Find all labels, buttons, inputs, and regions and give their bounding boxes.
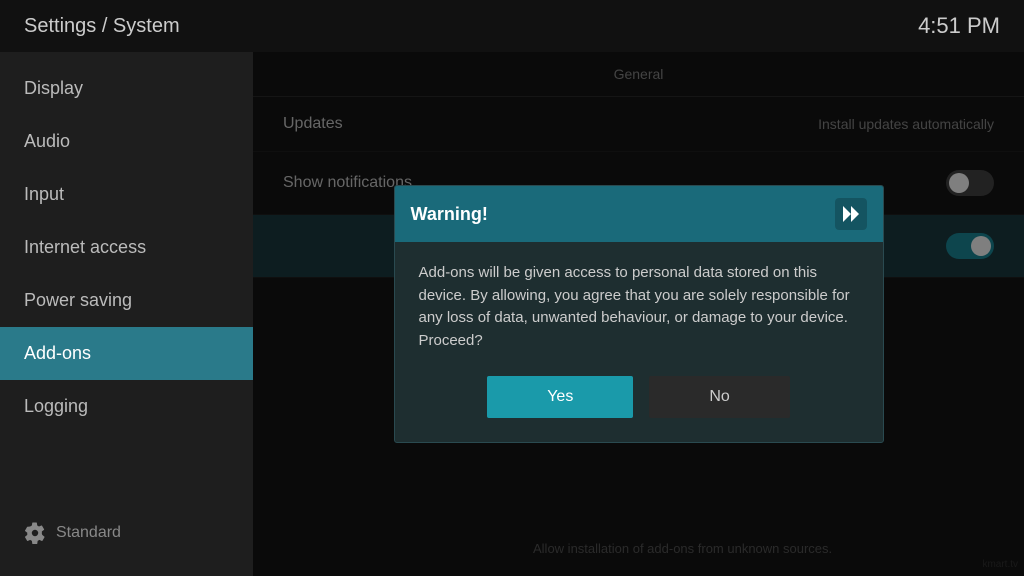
page-title: Settings / System	[24, 15, 180, 38]
sidebar-item-logging[interactable]: Logging	[0, 380, 253, 433]
sidebar-item-audio[interactable]: Audio	[0, 115, 253, 168]
sidebar-item-input[interactable]: Input	[0, 168, 253, 221]
kodi-icon	[835, 198, 867, 230]
no-button[interactable]: No	[649, 376, 789, 418]
sidebar-item-internet-access[interactable]: Internet access	[0, 221, 253, 274]
dialog-body: Add-ons will be given access to personal…	[395, 242, 883, 376]
warning-dialog: Warning! Add-ons will be given access to…	[394, 185, 884, 443]
kodi-logo	[835, 198, 867, 230]
gear-icon	[24, 522, 46, 544]
header: Settings / System 4:51 PM	[0, 0, 1024, 52]
sidebar-bottom-item[interactable]: Standard	[0, 510, 253, 556]
sidebar-item-power-saving[interactable]: Power saving	[0, 274, 253, 327]
clock: 4:51 PM	[918, 13, 1000, 39]
sidebar: Display Audio Input Internet access Powe…	[0, 52, 253, 576]
dialog-buttons: Yes No	[395, 376, 883, 442]
sidebar-item-add-ons[interactable]: Add-ons	[0, 327, 253, 380]
dialog-overlay: Warning! Add-ons will be given access to…	[253, 52, 1024, 576]
dialog-title: Warning!	[411, 204, 488, 225]
yes-button[interactable]: Yes	[487, 376, 633, 418]
sidebar-standard-label: Standard	[56, 524, 121, 542]
content-area: General Updates Install updates automati…	[253, 52, 1024, 576]
sidebar-item-display[interactable]: Display	[0, 62, 253, 115]
main-layout: Display Audio Input Internet access Powe…	[0, 52, 1024, 576]
dialog-header: Warning!	[395, 186, 883, 242]
